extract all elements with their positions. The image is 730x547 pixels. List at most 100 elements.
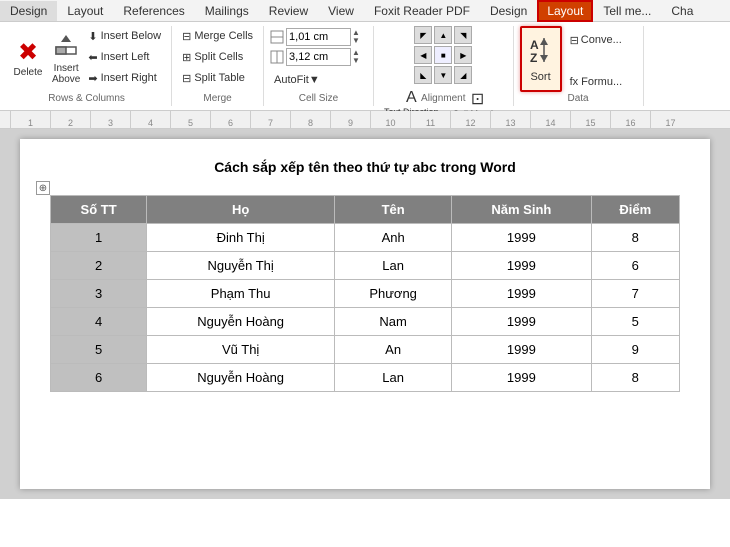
insert-above-button[interactable]: InsertAbove [48,26,84,92]
cell-ho[interactable]: Phạm Thu [147,280,335,308]
cell-stt[interactable]: 6 [51,364,147,392]
table-move-handle[interactable]: ⊕ [36,181,50,195]
table-row: 2Nguyễn ThịLan19996 [51,252,680,280]
insert-above-icon [54,33,78,61]
cell-ten[interactable]: Lan [335,364,452,392]
ruler-mark: 10 [370,111,410,128]
sort-button[interactable]: A Z Sort [520,26,562,92]
ruler-mark: 9 [330,111,370,128]
merge-label: Merge [172,93,263,104]
cell-diem[interactable]: 8 [591,224,679,252]
data-label: Data [514,93,643,104]
cell-nam_sinh[interactable]: 1999 [452,280,591,308]
ruler-mark: 2 [50,111,90,128]
align-br-button[interactable]: ◢ [454,66,472,84]
cell-ho[interactable]: Vũ Thị [147,336,335,364]
menu-foxit[interactable]: Foxit Reader PDF [364,1,480,21]
document-area: Cách sắp xếp tên theo thứ tự abc trong W… [0,129,730,499]
convert-icon: ⊟ [570,34,579,47]
cell-nam_sinh[interactable]: 1999 [452,308,591,336]
ruler-mark: 17 [650,111,690,128]
insert-right-button[interactable]: ➡ Insert Right [84,68,165,88]
autofit-button[interactable]: AutoFit ▼ [270,70,324,90]
cell-diem[interactable]: 6 [591,252,679,280]
cell-nam_sinh[interactable]: 1999 [452,336,591,364]
cell-width-down[interactable]: ▼ [352,57,360,65]
delete-button[interactable]: ✖ Delete [8,26,48,92]
split-table-button[interactable]: ⊟ Split Table [178,68,257,88]
align-mc-button[interactable]: ■ [434,46,452,64]
cell-ho[interactable]: Nguyễn Thị [147,252,335,280]
cell-stt[interactable]: 3 [51,280,147,308]
autofit-label: AutoFit [274,74,309,86]
cell-ten[interactable]: Lan [335,252,452,280]
data-small-buttons: ⊟ Conve... fx Formu... [566,30,627,92]
menu-layout[interactable]: Layout [57,1,113,21]
cell-height-down[interactable]: ▼ [352,37,360,45]
merge-cells-icon: ⊟ [182,30,191,43]
split-cells-icon: ⊞ [182,51,191,64]
cell-ten[interactable]: Phương [335,280,452,308]
menu-tellme[interactable]: Tell me... [593,1,661,21]
cell-stt[interactable]: 4 [51,308,147,336]
convert-label: Conve... [581,34,622,46]
menu-references[interactable]: References [113,1,194,21]
cell-ten[interactable]: Nam [335,308,452,336]
delete-icon: ✖ [18,41,38,65]
table-wrapper: ⊕ Số TT Họ Tên Năm Sinh Điểm 1Đinh ThịAn… [50,195,680,392]
split-cells-button[interactable]: ⊞ Split Cells [178,47,257,67]
cell-height-input[interactable] [286,28,351,46]
align-bc-button[interactable]: ▼ [434,66,452,84]
menu-layout2[interactable]: Layout [537,0,593,22]
alignment-group: ◤ ◀ ◣ ▲ ■ ▼ ◥ ▶ ◢ [374,26,514,106]
cell-height-row: ▲ ▼ [270,28,360,46]
menu-design[interactable]: Design [0,1,57,21]
align-mr-button[interactable]: ▶ [454,46,472,64]
formula-button[interactable]: fx Formu... [566,72,627,92]
table-header-row: Số TT Họ Tên Năm Sinh Điểm [51,196,680,224]
menu-cha[interactable]: Cha [661,1,703,21]
cell-ten[interactable]: Anh [335,224,452,252]
align-bl-button[interactable]: ◣ [414,66,432,84]
data-group: A Z Sort ⊟ Conve... [514,26,644,106]
cell-ho[interactable]: Nguyễn Hoàng [147,364,335,392]
ruler-mark: 16 [610,111,650,128]
cell-ho[interactable]: Đinh Thị [147,224,335,252]
cell-ten[interactable]: An [335,336,452,364]
ruler-mark: 11 [410,111,450,128]
cell-nam_sinh[interactable]: 1999 [452,252,591,280]
align-tr-button[interactable]: ◥ [454,26,472,44]
ruler-mark: 8 [290,111,330,128]
cell-diem[interactable]: 7 [591,280,679,308]
align-tl-button[interactable]: ◤ [414,26,432,44]
insert-above-label: InsertAbove [52,63,80,85]
menu-view[interactable]: View [318,1,364,21]
ruler-mark: 7 [250,111,290,128]
menu-bar: Design Layout References Mailings Review… [0,0,730,22]
cell-ho[interactable]: Nguyễn Hoàng [147,308,335,336]
align-ml-button[interactable]: ◀ [414,46,432,64]
cell-width-input[interactable] [286,48,351,66]
table-row: 1Đinh ThịAnh19998 [51,224,680,252]
menu-design2[interactable]: Design [480,1,537,21]
convert-button[interactable]: ⊟ Conve... [566,30,627,50]
insert-buttons-col: ⬇ Insert Below ⬅ Insert Left ➡ Insert Ri… [84,26,165,88]
align-tc-button[interactable]: ▲ [434,26,452,44]
cell-diem[interactable]: 5 [591,308,679,336]
menu-mailings[interactable]: Mailings [195,1,259,21]
cell-stt[interactable]: 1 [51,224,147,252]
merge-cells-button[interactable]: ⊟ Merge Cells [178,26,257,46]
insert-left-button[interactable]: ⬅ Insert Left [84,47,165,67]
cell-stt[interactable]: 5 [51,336,147,364]
cell-diem[interactable]: 8 [591,364,679,392]
table-row: 3Phạm ThuPhương19997 [51,280,680,308]
svg-text:Z: Z [530,51,537,65]
insert-below-button[interactable]: ⬇ Insert Below [84,26,165,46]
cell-stt[interactable]: 2 [51,252,147,280]
ruler-mark: 5 [170,111,210,128]
cell-nam_sinh[interactable]: 1999 [452,224,591,252]
menu-review[interactable]: Review [259,1,318,21]
table-row: 5Vũ ThịAn19999 [51,336,680,364]
cell-diem[interactable]: 9 [591,336,679,364]
cell-nam_sinh[interactable]: 1999 [452,364,591,392]
